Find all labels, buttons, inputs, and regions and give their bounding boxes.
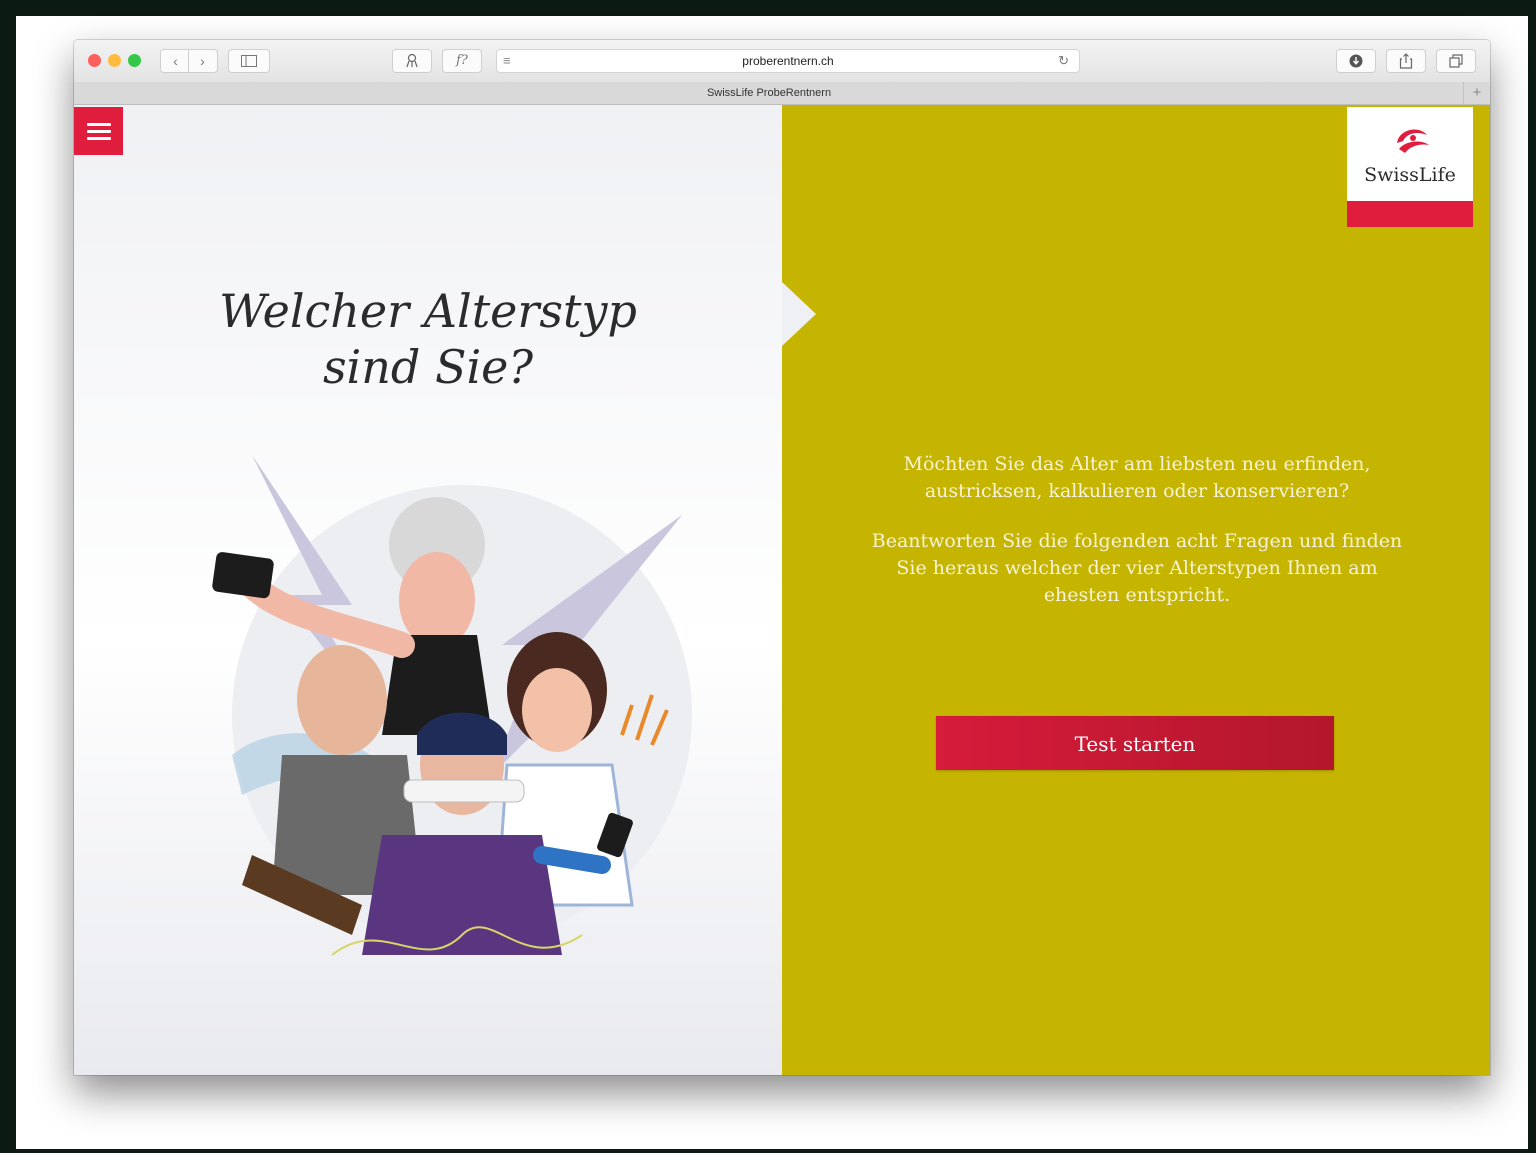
browser-toolbar: ‹ › f? ≡ proberentnern.ch ↻: [74, 40, 1490, 83]
page-content: Welcher Alterstyp sind Sie? SwissLife Mö…: [74, 105, 1490, 1075]
swisslife-logo[interactable]: SwissLife: [1347, 107, 1473, 227]
share-button[interactable]: [1386, 49, 1426, 73]
downloads-button[interactable]: [1336, 49, 1376, 73]
forward-icon[interactable]: ›: [189, 50, 216, 72]
panel-notch: [782, 282, 816, 346]
sidebar-icon: [241, 55, 257, 67]
reload-icon[interactable]: ↻: [1058, 50, 1069, 72]
intro-paragraph-1: Möchten Sie das Alter am liebsten neu er…: [903, 453, 1371, 502]
outer-frame-top: [0, 0, 1536, 16]
font-icon: f?: [456, 53, 468, 68]
new-tab-button[interactable]: +: [1463, 82, 1490, 104]
minimize-window-button[interactable]: [108, 54, 121, 67]
start-test-button[interactable]: Test starten: [936, 716, 1334, 770]
tab-bar: SwissLife ProbeRentnern +: [74, 82, 1490, 105]
menu-button[interactable]: [74, 107, 123, 155]
address-url: proberentnern.ch: [742, 54, 834, 68]
nav-divider: [188, 50, 189, 72]
intro-text: Möchten Sie das Alter am liebsten neu er…: [862, 451, 1412, 632]
menu-icon-bar: [87, 123, 111, 126]
nav-button-group: ‹ ›: [160, 49, 218, 73]
download-icon: [1349, 54, 1363, 68]
logo-text: SwissLife: [1364, 164, 1456, 186]
back-icon[interactable]: ‹: [162, 50, 189, 72]
bookmark-icon: [406, 53, 418, 68]
outer-frame-right: [1528, 0, 1536, 1153]
tab-active[interactable]: SwissLife ProbeRentnern: [74, 82, 1464, 104]
zoom-window-button[interactable]: [128, 54, 141, 67]
browser-window: ‹ › f? ≡ proberentnern.ch ↻ SwissLife Pr…: [74, 40, 1490, 1075]
sidebar-button[interactable]: [228, 49, 270, 73]
page-title: Welcher Alterstyp sind Sie?: [134, 283, 722, 395]
menu-icon-bar: [87, 130, 111, 133]
page-title-line2: sind Sie?: [322, 340, 534, 394]
show-tabs-button[interactable]: [1436, 49, 1476, 73]
intro-paragraph-2: Beantworten Sie die folgenden acht Frage…: [871, 530, 1403, 606]
swisslife-logo-mark-icon: [1397, 129, 1429, 153]
share-icon: [1399, 53, 1413, 69]
outer-frame-left: [0, 0, 16, 1153]
menu-icon-bar: [87, 137, 111, 140]
tabs-icon: [1449, 54, 1463, 68]
close-window-button[interactable]: [88, 54, 101, 67]
logo-red-bar: [1347, 201, 1473, 227]
bookmarks-button[interactable]: [392, 49, 432, 73]
retirees-illustration: [212, 455, 692, 956]
address-bar[interactable]: ≡ proberentnern.ch ↻: [496, 49, 1080, 73]
page-title-line1: Welcher Alterstyp: [219, 284, 637, 338]
font-button[interactable]: f?: [442, 49, 482, 73]
outer-frame-bottom: [0, 1149, 1536, 1153]
